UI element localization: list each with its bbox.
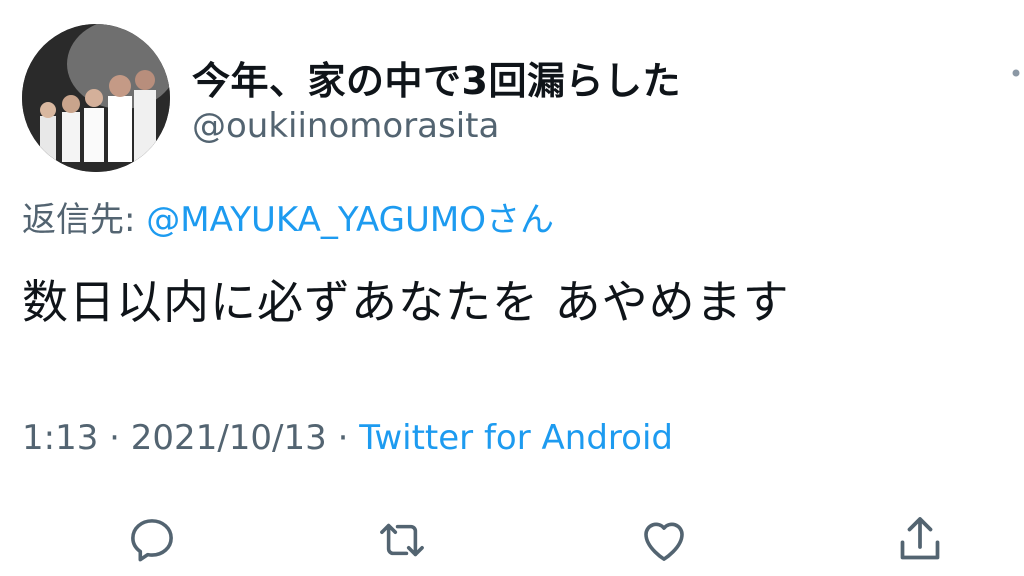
action-bar	[0, 510, 1024, 570]
meta-separator: ·	[326, 418, 360, 458]
tweet-text: 数日以内に必ずあなたを あやめます	[22, 275, 790, 329]
tweet-source-link[interactable]: Twitter for Android	[359, 418, 673, 458]
user-handle[interactable]: @oukiinomorasita	[192, 106, 499, 146]
reply-prefix: 返信先:	[22, 200, 147, 240]
reply-context: 返信先: @MAYUKA_YAGUMOさん	[22, 192, 554, 241]
share-button[interactable]	[890, 510, 950, 570]
avatar[interactable]	[22, 24, 170, 172]
meta-separator: ·	[98, 418, 131, 458]
tweet-metadata: 1:13 · 2021/10/13 · Twitter for Android	[22, 418, 673, 458]
tweet-time[interactable]: 1:13	[22, 418, 98, 458]
reply-icon	[131, 519, 173, 562]
tweet-date[interactable]: 2021/10/13	[131, 418, 327, 458]
reply-mention-link[interactable]: @MAYUKA_YAGUMOさん	[146, 200, 554, 240]
share-icon	[900, 517, 940, 560]
display-name[interactable]: 今年、家の中で3回漏らした	[192, 50, 681, 105]
avatar-image	[22, 24, 170, 172]
retweet-icon	[380, 523, 424, 557]
more-options-icon[interactable]	[1004, 58, 1024, 88]
retweet-button[interactable]	[372, 510, 432, 570]
like-icon	[644, 522, 684, 561]
reply-button[interactable]	[122, 510, 182, 570]
tweet: 今年、家の中で3回漏らした @oukiinomorasita 返信先: @MAY…	[0, 0, 1024, 576]
like-button[interactable]	[634, 510, 694, 570]
